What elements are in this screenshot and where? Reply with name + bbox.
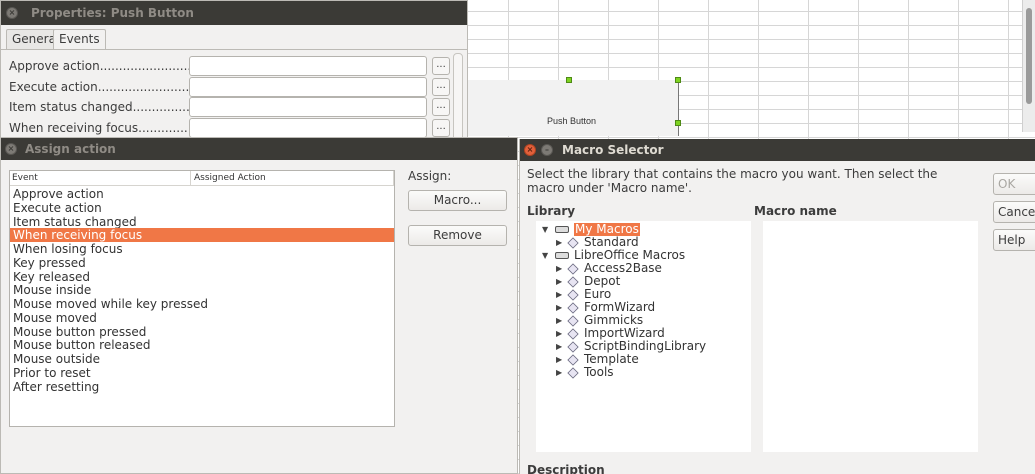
chevron-right-icon[interactable]: ▶ xyxy=(556,366,562,379)
library-icon xyxy=(567,315,579,327)
event-label-receiving-focus: When receiving focus.................... xyxy=(9,121,215,135)
tree-label: Tools xyxy=(584,365,614,379)
list-item[interactable]: Mouse moved xyxy=(10,311,394,325)
chevron-right-icon[interactable]: ▶ xyxy=(556,353,562,366)
selection-handle[interactable] xyxy=(566,77,572,83)
library-container-icon xyxy=(555,226,569,233)
list-item[interactable]: Approve action xyxy=(10,187,394,201)
push-button-control[interactable]: Push Button xyxy=(468,80,678,136)
chevron-right-icon[interactable]: ▶ xyxy=(556,275,562,288)
sheet-scrollbar-thumb[interactable] xyxy=(1026,8,1032,104)
column-header-event[interactable]: Event xyxy=(10,171,191,186)
library-icon xyxy=(567,302,579,314)
chevron-right-icon[interactable]: ▶ xyxy=(556,288,562,301)
properties-dialog: × Properties: Push Button General Events… xyxy=(0,0,468,140)
tree-node-formwizard[interactable]: ▶ FormWizard xyxy=(556,301,736,314)
list-item[interactable]: Mouse button pressed xyxy=(10,325,394,339)
selection-handle[interactable] xyxy=(675,77,681,83)
assign-titlebar[interactable]: × Assign action xyxy=(1,138,517,160)
close-icon[interactable]: × xyxy=(5,143,17,155)
close-icon[interactable]: × xyxy=(6,7,18,19)
library-icon xyxy=(567,237,579,249)
library-icon xyxy=(567,263,579,275)
library-icon xyxy=(567,328,579,340)
tree-node-depot[interactable]: ▶ Depot xyxy=(556,275,736,288)
library-container-icon xyxy=(555,252,569,259)
list-item[interactable]: Key pressed xyxy=(10,256,394,270)
approve-action-field[interactable] xyxy=(189,56,427,76)
list-item-selected[interactable]: When receiving focus xyxy=(10,228,394,242)
chevron-down-icon[interactable]: ▼ xyxy=(542,223,548,236)
list-item[interactable]: Item status changed xyxy=(10,215,394,229)
sheet-scrollbar[interactable] xyxy=(1022,0,1035,132)
execute-action-field[interactable] xyxy=(189,77,427,97)
selection-border xyxy=(678,80,679,136)
list-item[interactable]: Prior to reset xyxy=(10,366,394,380)
macro-name-header: Macro name xyxy=(754,204,837,218)
item-status-dots-button[interactable]: ... xyxy=(432,98,450,116)
close-icon[interactable]: × xyxy=(524,144,536,156)
description-header: Description xyxy=(527,463,605,474)
library-icon xyxy=(567,289,579,301)
list-item[interactable]: Key released xyxy=(10,270,394,284)
macro-selector-dialog: × – Macro Selector Select the library th… xyxy=(519,139,1035,474)
receiving-focus-field[interactable] xyxy=(189,118,427,138)
remove-button[interactable]: Remove xyxy=(408,225,507,246)
chevron-right-icon[interactable]: ▶ xyxy=(556,236,562,249)
tree-node-tools[interactable]: ▶ Tools xyxy=(556,366,736,379)
selection-handle[interactable] xyxy=(675,120,681,126)
execute-action-dots-button[interactable]: ... xyxy=(432,78,450,96)
help-button[interactable]: Help xyxy=(993,229,1035,251)
list-item[interactable]: Execute action xyxy=(10,201,394,215)
list-item[interactable]: Mouse inside xyxy=(10,283,394,297)
library-icon xyxy=(567,341,579,353)
properties-title: Properties: Push Button xyxy=(31,6,194,20)
item-status-field[interactable] xyxy=(189,97,427,117)
push-button-label: Push Button xyxy=(547,116,597,126)
chevron-down-icon[interactable]: ▼ xyxy=(542,249,548,262)
chevron-right-icon[interactable]: ▶ xyxy=(556,327,562,340)
tree-node-my-macros[interactable]: ▼ My Macros xyxy=(542,223,742,236)
library-icon xyxy=(567,354,579,366)
macro-name-list[interactable] xyxy=(763,221,978,452)
receiving-focus-dots-button[interactable]: ... xyxy=(432,119,450,137)
macro-selector-title: Macro Selector xyxy=(562,143,664,157)
tab-divider xyxy=(1,49,467,50)
tree-node-template[interactable]: ▶ Template xyxy=(556,353,736,366)
properties-scrollbar[interactable] xyxy=(453,53,463,139)
assign-action-dialog: × Assign action Event Assigned Action Ap… xyxy=(0,137,518,474)
list-item[interactable]: Mouse button released xyxy=(10,338,394,352)
list-item[interactable]: When losing focus xyxy=(10,242,394,256)
tab-events[interactable]: Events xyxy=(53,29,106,50)
macro-selector-titlebar[interactable]: × – Macro Selector xyxy=(520,139,1035,161)
tree-node-access2base[interactable]: ▶ Access2Base xyxy=(556,262,736,275)
approve-action-dots-button[interactable]: ... xyxy=(432,57,450,75)
ok-button[interactable]: OK xyxy=(993,173,1035,195)
instructions-text: Select the library that contains the mac… xyxy=(527,167,938,195)
chevron-right-icon[interactable]: ▶ xyxy=(556,314,562,327)
list-item[interactable]: Mouse outside xyxy=(10,352,394,366)
minimize-icon[interactable]: – xyxy=(541,144,553,156)
library-icon xyxy=(567,276,579,288)
event-list[interactable]: Event Assigned Action Approve action Exe… xyxy=(9,170,395,427)
library-header: Library xyxy=(527,204,576,218)
macro-button[interactable]: Macro... xyxy=(408,190,507,211)
tree-node-scriptbindinglibrary[interactable]: ▶ ScriptBindingLibrary xyxy=(556,340,736,353)
chevron-right-icon[interactable]: ▶ xyxy=(556,262,562,275)
chevron-right-icon[interactable]: ▶ xyxy=(556,301,562,314)
list-item[interactable]: Mouse moved while key pressed xyxy=(10,297,394,311)
library-tree[interactable]: ▼ My Macros ▶ Standard ▼ LibreOffice Mac… xyxy=(536,221,751,452)
cancel-button[interactable]: Cancel xyxy=(993,201,1035,223)
properties-titlebar[interactable]: × Properties: Push Button xyxy=(1,1,467,25)
assign-title: Assign action xyxy=(25,142,116,156)
column-header-assigned-action[interactable]: Assigned Action xyxy=(191,171,394,186)
library-icon xyxy=(567,367,579,379)
assign-label: Assign: xyxy=(408,169,452,183)
list-item[interactable]: After resetting xyxy=(10,380,394,394)
chevron-right-icon[interactable]: ▶ xyxy=(556,340,562,353)
